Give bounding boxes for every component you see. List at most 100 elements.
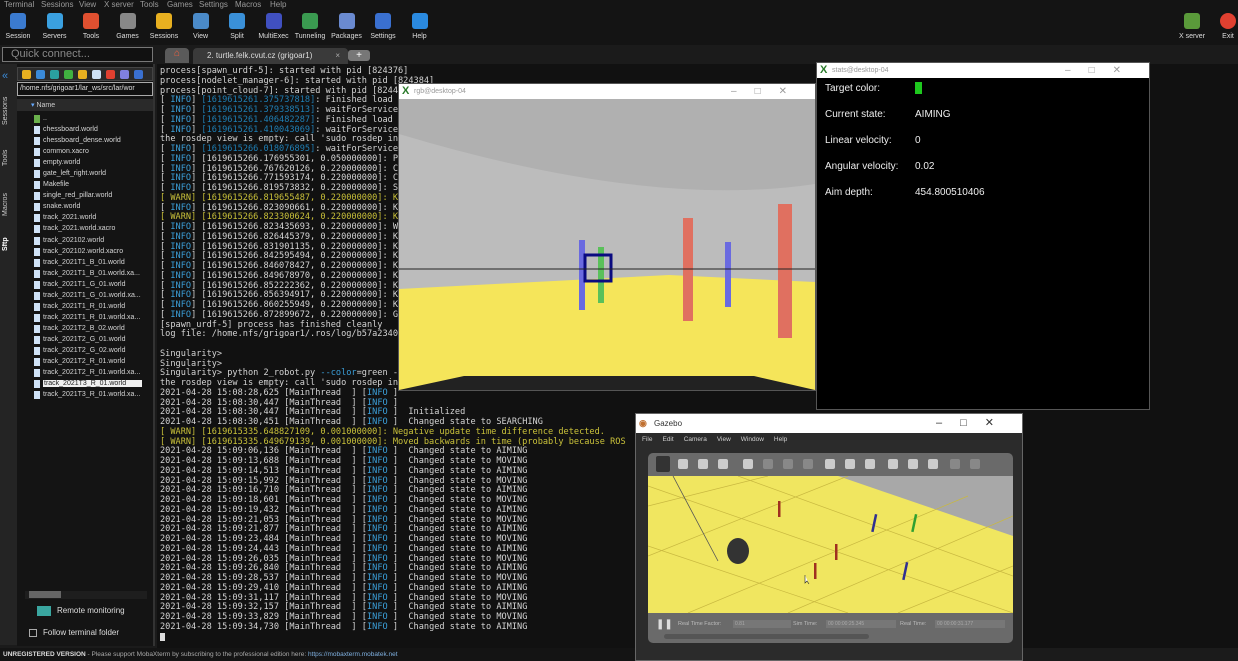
gazebo-menu-edit[interactable]: Edit xyxy=(662,436,673,443)
file-item[interactable]: track_2021T3_R_01.world.xa... xyxy=(17,389,153,400)
settings-button[interactable]: Settings xyxy=(365,13,401,40)
rgb-title-bar[interactable]: Xrgb@desktop-04 –□✕ xyxy=(399,84,815,99)
quick-connect-input[interactable]: Quick connect... xyxy=(2,47,153,62)
menu-terminal[interactable]: Terminal xyxy=(4,0,34,9)
collapse-icon[interactable]: « xyxy=(2,70,8,82)
select-icon[interactable] xyxy=(656,456,670,472)
stats-title-bar[interactable]: Xstats@desktop-04 –□✕ xyxy=(817,63,1149,78)
tab-close-icon[interactable]: × xyxy=(335,51,340,60)
file-item[interactable]: gate_left_right.world xyxy=(17,168,153,179)
view-button[interactable]: View xyxy=(183,13,219,40)
sftp-tool-icon[interactable] xyxy=(50,70,59,79)
file-item[interactable]: snake.world xyxy=(17,201,153,212)
file-item[interactable]: track_2021.world.xacro xyxy=(17,223,153,234)
side-tab-sessions[interactable]: Sessions xyxy=(2,94,15,128)
gazebo-menu-file[interactable]: File xyxy=(642,436,652,443)
new-tab-button[interactable]: + xyxy=(348,50,370,61)
games-button[interactable]: Games xyxy=(110,13,146,40)
menu-help[interactable]: Help xyxy=(270,0,286,9)
menu-settings[interactable]: Settings xyxy=(199,0,228,9)
box-icon[interactable] xyxy=(825,459,835,469)
session-button[interactable]: Session xyxy=(0,13,36,40)
sftp-tool-icon[interactable] xyxy=(78,70,87,79)
sessions-button[interactable]: Sessions xyxy=(146,13,182,40)
x-server-button[interactable]: X server xyxy=(1174,13,1210,40)
file-item[interactable]: track_2021T2_G_02.world xyxy=(17,345,153,356)
sftp-tool-icon[interactable] xyxy=(36,70,45,79)
file-item[interactable]: common.xacro xyxy=(17,146,153,157)
menu-sessions[interactable]: Sessions xyxy=(41,0,73,9)
gazebo-menu-camera[interactable]: Camera xyxy=(684,436,707,443)
file-item[interactable]: single_red_pillar.world xyxy=(17,190,153,201)
file-item[interactable]: track_2021T2_G_01.world xyxy=(17,334,153,345)
file-item[interactable]: empty.world xyxy=(17,157,153,168)
file-item[interactable]: track_2021T1_B_01.world xyxy=(17,257,153,268)
file-item[interactable]: track_2021T2_B_02.world xyxy=(17,323,153,334)
tunneling-button[interactable]: Tunneling xyxy=(292,13,328,40)
tools-button[interactable]: Tools xyxy=(73,13,109,40)
follow-terminal-folder-checkbox[interactable]: Follow terminal folder xyxy=(29,628,119,637)
home-tab[interactable]: ⌂ xyxy=(165,48,189,63)
gazebo-menu-help[interactable]: Help xyxy=(774,436,787,443)
menu-view[interactable]: View xyxy=(79,0,96,9)
window-controls[interactable]: –□✕ xyxy=(731,84,805,99)
servers-button[interactable]: Servers xyxy=(37,13,73,40)
tab-session[interactable]: 2. turtle.felk.cvut.cz (grigoar1) × xyxy=(193,48,348,64)
sftp-path-input[interactable]: /home.nfs/grigoar1/lar_ws/src/lar/wor xyxy=(17,82,153,96)
sftp-tool-icon[interactable] xyxy=(92,70,101,79)
sftp-tool-icon[interactable] xyxy=(106,70,115,79)
help-button[interactable]: Help xyxy=(402,13,438,40)
file-item[interactable]: track_2021T2_R_01.world.xa... xyxy=(17,367,153,378)
file-item[interactable]: track_2021T1_G_01.world.xa... xyxy=(17,290,153,301)
menu-x-server[interactable]: X server xyxy=(104,0,134,9)
exit-button[interactable]: Exit xyxy=(1210,13,1238,40)
copy-icon[interactable] xyxy=(950,459,960,469)
sftp-tool-icon[interactable] xyxy=(64,70,73,79)
file-item[interactable]: .. xyxy=(17,113,153,124)
sun-icon[interactable] xyxy=(888,459,898,469)
dropdown-icon[interactable] xyxy=(763,459,773,469)
sftp-tool-icon[interactable] xyxy=(134,70,143,79)
file-item[interactable]: track_2021T2_R_01.world xyxy=(17,356,153,367)
file-item[interactable]: track_2021T1_B_01.world.xa... xyxy=(17,268,153,279)
horizontal-scrollbar[interactable] xyxy=(25,591,147,599)
spotlight-icon[interactable] xyxy=(908,459,918,469)
remote-monitoring-button[interactable]: Remote monitoring xyxy=(37,606,125,616)
side-tab-macros[interactable]: Macros xyxy=(2,190,15,220)
file-item[interactable]: track_202102.world.xacro xyxy=(17,246,153,257)
file-item[interactable]: chessboard_dense.world xyxy=(17,135,153,146)
file-item[interactable]: track_2021.world xyxy=(17,212,153,223)
packages-button[interactable]: Packages xyxy=(329,13,365,40)
file-item[interactable]: track_2021T1_R_01.world xyxy=(17,301,153,312)
split-button[interactable]: Split xyxy=(219,13,255,40)
mobaxterm-link[interactable]: https://mobaxterm.mobatek.net xyxy=(308,651,398,658)
file-item[interactable]: track_2021T3_R_01.world xyxy=(17,378,153,389)
paste-icon[interactable] xyxy=(970,459,980,469)
menu-tools[interactable]: Tools xyxy=(140,0,159,9)
file-item[interactable]: Makefile xyxy=(17,179,153,190)
file-item[interactable]: track_202102.world xyxy=(17,235,153,246)
sphere-icon[interactable] xyxy=(845,459,855,469)
directional-light-icon[interactable] xyxy=(928,459,938,469)
redo-icon[interactable] xyxy=(783,459,793,469)
file-item[interactable]: track_2021T1_R_01.world.xa... xyxy=(17,312,153,323)
sftp-tool-icon[interactable] xyxy=(120,70,129,79)
sftp-tool-icon[interactable] xyxy=(22,70,31,79)
window-controls[interactable]: –□✕ xyxy=(936,414,1012,433)
gazebo-title-bar[interactable]: ◉ Gazebo –□✕ xyxy=(636,414,1022,433)
translate-icon[interactable] xyxy=(678,459,688,469)
gazebo-menu-view[interactable]: View xyxy=(717,436,731,443)
undo-icon[interactable] xyxy=(743,459,753,469)
multiexec-button[interactable]: MultiExec xyxy=(256,13,292,40)
gazebo-menu-window[interactable]: Window xyxy=(741,436,764,443)
pause-icon[interactable]: ❚❚ xyxy=(656,619,673,630)
column-header-name[interactable]: ▾ Name xyxy=(17,99,153,111)
window-controls[interactable]: –□✕ xyxy=(1065,63,1139,78)
side-tab-tools[interactable]: Tools xyxy=(2,146,15,170)
scale-icon[interactable] xyxy=(718,459,728,469)
scrollbar[interactable] xyxy=(664,634,869,639)
cylinder-icon[interactable] xyxy=(865,459,875,469)
file-item[interactable]: chessboard.world xyxy=(17,124,153,135)
menu-macros[interactable]: Macros xyxy=(235,0,261,9)
side-tab-sftp[interactable]: Sftp xyxy=(2,234,15,254)
